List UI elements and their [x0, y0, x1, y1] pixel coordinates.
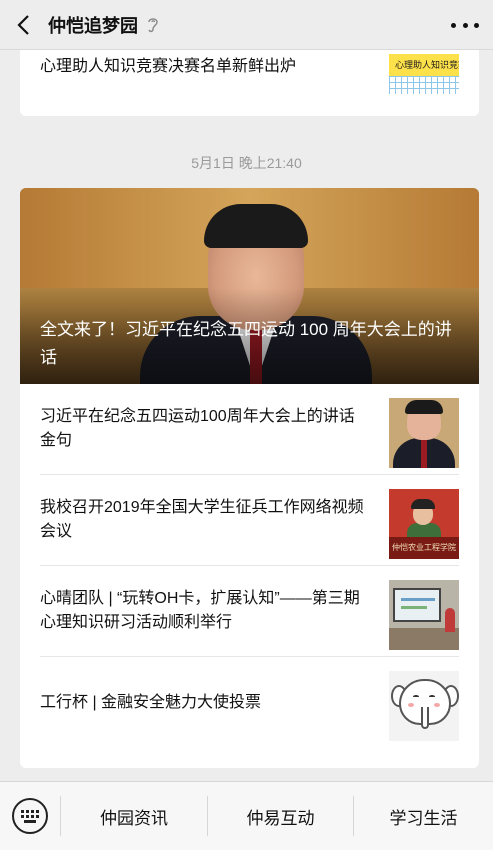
hero-title: 全文来了！习近平在纪念五四运动 100 周年大会上的讲话 [40, 320, 452, 367]
message-timestamp: 5月1日 晚上21:40 [191, 155, 302, 171]
hero-photo-hair [204, 204, 308, 248]
list-item[interactable]: 习近平在纪念五四运动100周年大会上的讲话金句 [40, 384, 459, 475]
more-dot-icon [451, 22, 456, 28]
more-options-button[interactable] [451, 13, 479, 37]
article-title: 习近平在纪念五四运动100周年大会上的讲话金句 [40, 408, 355, 449]
thumbnail-banner: 仲恺农业工程学院 [389, 537, 459, 559]
article-thumbnail [389, 580, 459, 650]
menu-item-study-life[interactable]: 学习生活 [354, 782, 493, 850]
menu-item-news[interactable]: 仲园资讯 [61, 782, 207, 850]
article-group-card: 全文来了！习近平在纪念五四运动 100 周年大会上的讲话 习近平在纪念五四运动1… [20, 188, 479, 768]
previous-article-card[interactable]: 心理助人知识竞赛决赛名单新鲜出炉 心理助人知识竞赛 [20, 50, 479, 116]
list-item[interactable]: 我校召开2019年全国大学生征兵工作网络视频会议 仲恺农业工程学院 [40, 475, 459, 566]
nav-header: 仲恺追梦园 [0, 0, 493, 50]
bottom-menu-bar: 仲园资讯 仲易互动 学习生活 [0, 781, 493, 850]
article-title: 心晴团队 | “玩转OH卡，扩展认知”——第三期心理知识研习活动顺利举行 [40, 590, 360, 631]
article-title: 心理助人知识竞赛决赛名单新鲜出炉 [40, 58, 297, 75]
article-title: 工行杯 | 金融安全魅力大使投票 [40, 693, 262, 711]
article-thumbnail [389, 671, 459, 741]
hero-article[interactable]: 全文来了！习近平在纪念五四运动 100 周年大会上的讲话 [20, 188, 479, 384]
thumbnail-grid [389, 76, 459, 94]
list-item[interactable]: 心晴团队 | “玩转OH卡，扩展认知”——第三期心理知识研习活动顺利举行 [40, 566, 459, 657]
keyboard-icon [21, 810, 39, 823]
page-title: 仲恺追梦园 [48, 15, 138, 36]
back-button[interactable] [0, 0, 46, 50]
article-thumbnail: 心理助人知识竞赛 [389, 54, 459, 94]
article-thumbnail: 仲恺农业工程学院 [389, 489, 459, 559]
keyboard-toggle-button[interactable] [12, 798, 48, 834]
list-item[interactable]: 工行杯 | 金融安全魅力大使投票 [40, 657, 459, 748]
more-dot-icon [462, 22, 468, 28]
more-dot-icon [474, 22, 479, 28]
thumbnail-caption: 心理助人知识竞赛 [395, 60, 459, 70]
article-thumbnail [389, 398, 459, 468]
menu-item-interact[interactable]: 仲易互动 [208, 782, 353, 850]
ear-icon [146, 15, 162, 35]
article-title: 我校召开2019年全国大学生征兵工作网络视频会议 [40, 499, 364, 540]
back-arrow-icon [17, 14, 29, 35]
